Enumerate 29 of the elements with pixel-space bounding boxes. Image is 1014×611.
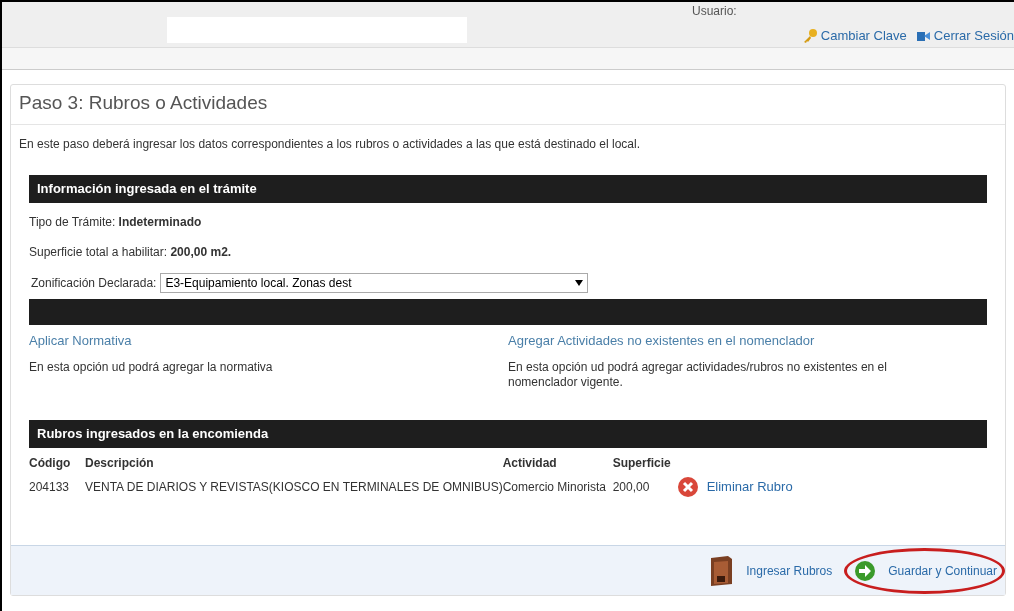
intro-text: En este paso deberá ingresar los datos correspondientes a los rubros o actividades a las que está destinado el local. <box>18 135 642 153</box>
table-cell-text: VENTA DE DIARIOS Y REVISTAS(KIOSCO EN TERMINALES DE OMNIBUS) <box>85 479 503 496</box>
option-link[interactable]: Agregar Actividades no existentes en el nomenclador <box>508 332 815 348</box>
zonificacion-label: Zonificación Declarada: <box>31 274 157 292</box>
table-cell: Comercio Minorista <box>502 472 613 498</box>
zonificacion-select[interactable]: E3-Equipamiento local. Zonas dest <box>160 272 589 293</box>
tipo-text: Tipo de Trámite: Indeterminado <box>29 213 203 231</box>
column-header: Actividad <box>502 454 613 472</box>
option-description: En esta opción ud podrá agregar actividades/rubros no existentes en el nomenclador vigente. <box>508 360 888 390</box>
table-cell-text: 200,00 <box>612 479 651 496</box>
dropdown-icon <box>575 279 584 286</box>
delete-link[interactable]: Eliminar Rubro <box>676 476 793 498</box>
option-description: En esta opción ud podrá agregar la normativa <box>29 360 274 375</box>
footer-button[interactable]: Guardar y Continuar <box>852 559 999 582</box>
page-title: Paso 3: Rubros o Actividades <box>11 85 1005 125</box>
user-label: Usuario: <box>692 3 737 20</box>
column-header: Código <box>29 454 85 472</box>
delete-icon <box>676 476 699 498</box>
table-cell: 204133 <box>29 472 85 498</box>
column-header: Descripción <box>85 454 503 472</box>
column-header: Superficie <box>612 455 672 472</box>
superficie-text: Superficie total a habilitar: 200,00 m2. <box>29 243 233 261</box>
header-link[interactable]: Cambiar Clave <box>801 26 907 46</box>
header-link[interactable]: Cerrar Sesión <box>914 26 1014 46</box>
option-link[interactable]: Aplicar Normativa <box>29 332 132 348</box>
section-header: Información ingresada en el trámite <box>29 174 987 203</box>
section-header: Rubros ingresados en la encomienda <box>29 420 987 448</box>
footer-button[interactable]: Ingresar Rubros <box>706 555 835 586</box>
cabinet-icon <box>708 555 735 586</box>
